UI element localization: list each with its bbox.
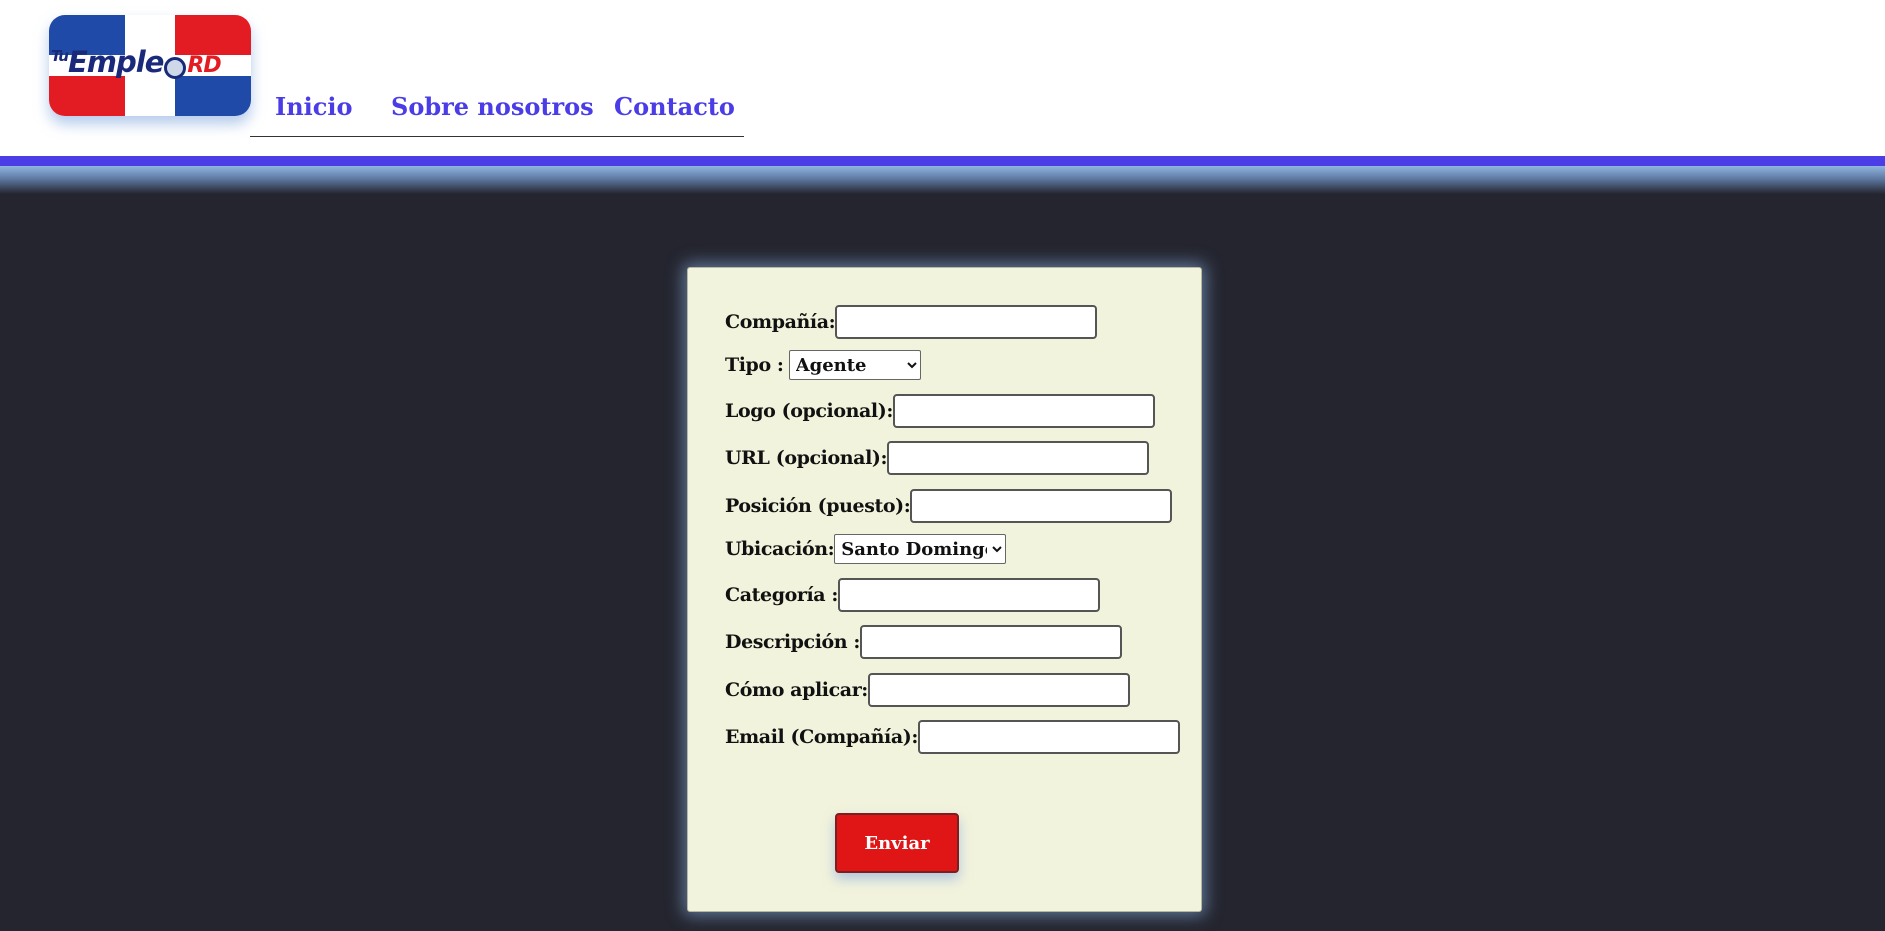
logo-label: Logo (opcional): bbox=[725, 400, 893, 422]
job-post-form: Compañía: Tipo : Agente Logo (opcional):… bbox=[687, 267, 1202, 912]
main-nav: Inicio Sobre nosotros Contacto bbox=[250, 84, 744, 137]
company-email-input[interactable] bbox=[917, 720, 1180, 754]
nav-contacto-link[interactable]: Contacto bbox=[614, 92, 735, 121]
header-accent-bar bbox=[0, 156, 1885, 166]
nav-inicio-link[interactable]: Inicio bbox=[275, 92, 353, 121]
how-to-apply-field: Cómo aplicar: bbox=[725, 673, 1130, 711]
url-field: URL (opcional): bbox=[725, 441, 1150, 479]
position-label: Posición (puesto): bbox=[725, 495, 911, 517]
tuempleord-logo[interactable]: TuEmple RD bbox=[49, 15, 251, 116]
logo-field: Logo (opcional): bbox=[725, 394, 1155, 432]
description-field: Descripción : bbox=[725, 625, 1123, 663]
company-email-field: Email (Compañía): bbox=[725, 720, 1180, 758]
company-label: Compañía: bbox=[725, 311, 836, 333]
company-email-label: Email (Compañía): bbox=[725, 726, 918, 748]
nav-sobre-nosotros-link[interactable]: Sobre nosotros bbox=[391, 92, 594, 121]
category-label: Categoría : bbox=[725, 584, 839, 606]
category-input[interactable] bbox=[838, 578, 1101, 612]
description-input[interactable] bbox=[860, 625, 1123, 659]
position-input[interactable] bbox=[910, 489, 1173, 523]
position-field: Posición (puesto): bbox=[725, 489, 1173, 527]
company-input[interactable] bbox=[835, 305, 1098, 339]
company-field: Compañía: bbox=[725, 305, 1098, 343]
description-label: Descripción : bbox=[725, 631, 861, 653]
logo-emple-text: Emple bbox=[67, 45, 164, 79]
category-field: Categoría : bbox=[725, 578, 1101, 616]
magnifier-icon bbox=[164, 56, 187, 79]
how-to-apply-label: Cómo aplicar: bbox=[725, 679, 868, 701]
type-field: Tipo : Agente bbox=[725, 350, 921, 388]
site-header: TuEmple RD Inicio Sobre nosotros Contacto bbox=[0, 0, 1885, 156]
type-label: Tipo : bbox=[725, 354, 784, 376]
url-input[interactable] bbox=[887, 441, 1150, 475]
logo-input[interactable] bbox=[892, 394, 1155, 428]
how-to-apply-input[interactable] bbox=[867, 673, 1130, 707]
location-field: Ubicación: Santo Domingo bbox=[725, 534, 1007, 572]
logo-wordmark: TuEmple RD bbox=[51, 45, 251, 85]
submit-button[interactable]: Enviar bbox=[835, 813, 959, 873]
type-select[interactable]: Agente bbox=[788, 350, 921, 380]
url-label: URL (opcional): bbox=[725, 447, 888, 469]
location-label: Ubicación: bbox=[725, 538, 835, 560]
header-shadow bbox=[0, 166, 1885, 194]
logo-rd-text: RD bbox=[187, 53, 221, 78]
logo-tu-text: Tu bbox=[51, 47, 69, 65]
location-select[interactable]: Santo Domingo bbox=[834, 534, 1007, 564]
